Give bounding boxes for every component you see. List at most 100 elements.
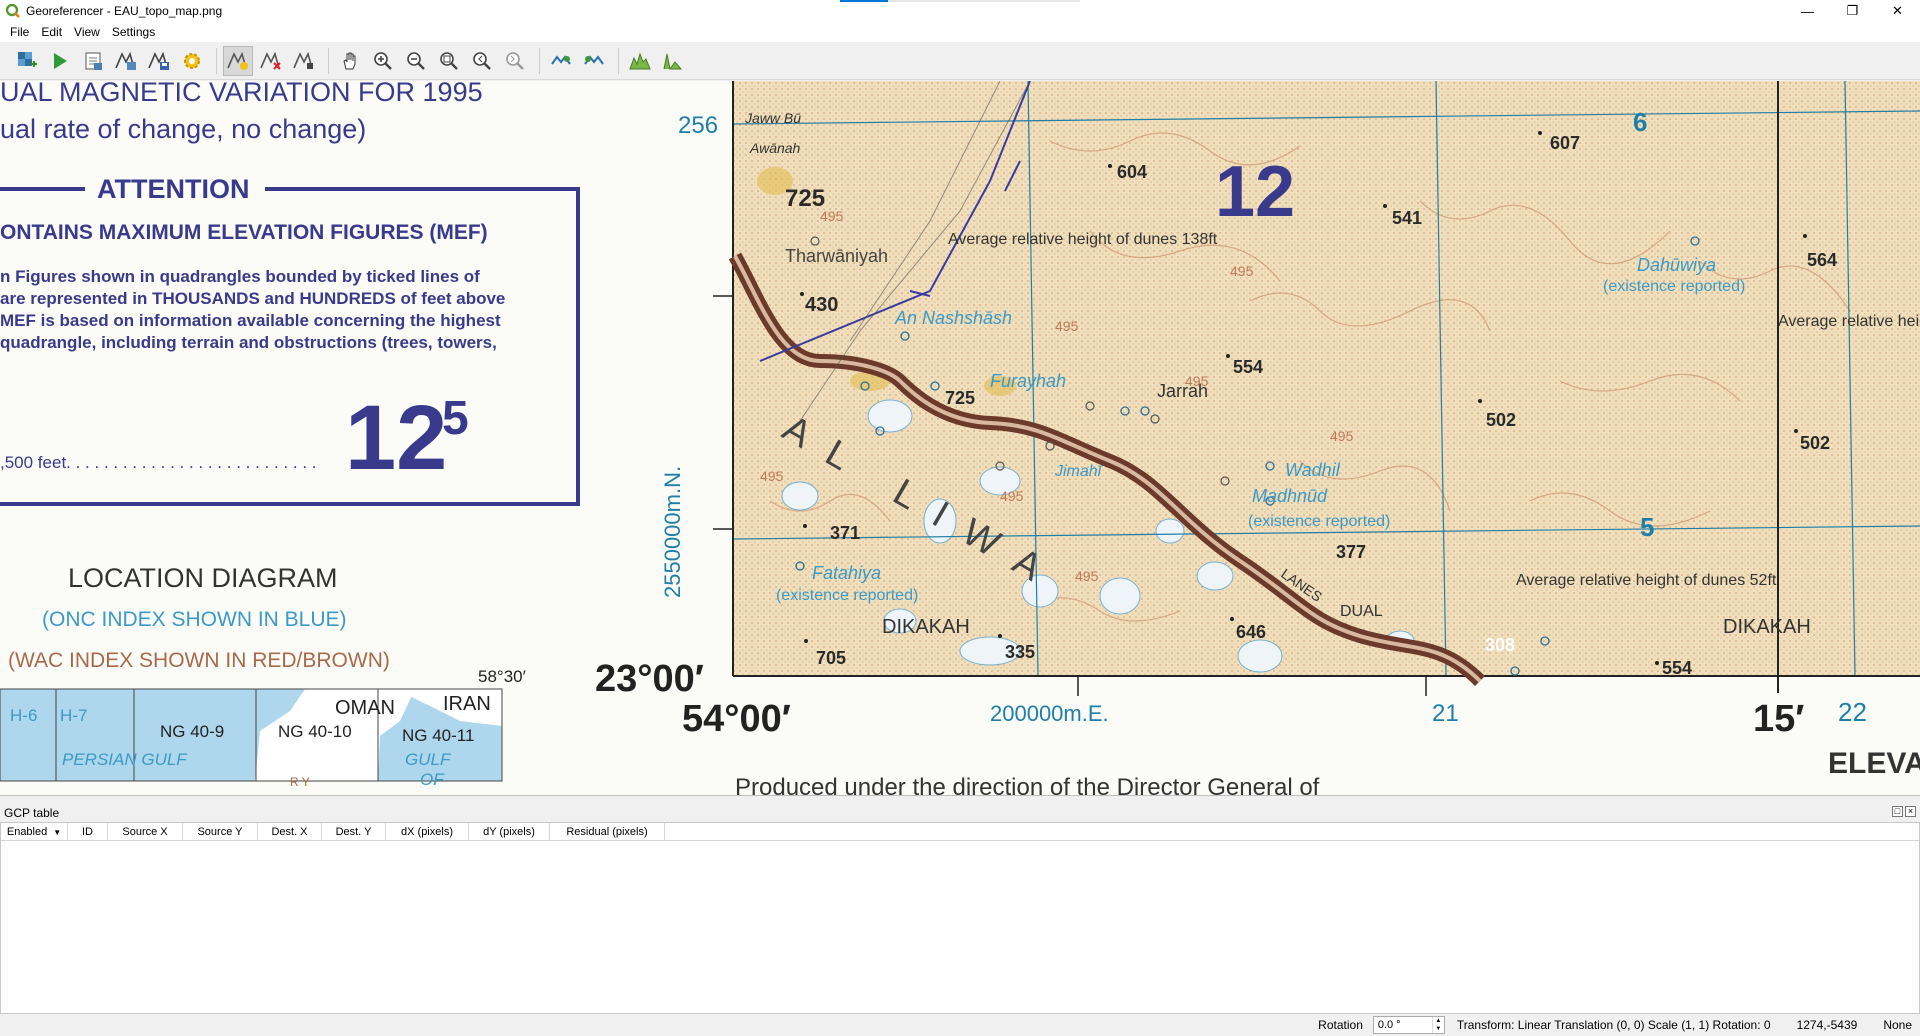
- save-gcp-points-button[interactable]: [144, 46, 174, 76]
- zoom-in-icon: [374, 51, 392, 70]
- column-dest-x[interactable]: Dest. X: [258, 823, 322, 841]
- window-title: Georeferencer - EAU_topo_map.png: [26, 4, 223, 18]
- start-georeferencing-button[interactable]: [45, 46, 75, 76]
- add-point-icon: [227, 51, 248, 70]
- status-bar: Rotation 0.0 ° ▲ ▼ Transform: Linear Tran…: [0, 1014, 1920, 1036]
- rotation-input[interactable]: 0.0 ° ▲ ▼: [1372, 1016, 1445, 1034]
- svg-text:PERSIAN GULF: PERSIAN GULF: [62, 750, 188, 769]
- zoom-last-icon: [473, 51, 491, 70]
- zoom-out-button[interactable]: [401, 46, 431, 76]
- delete-point-icon: [260, 51, 281, 70]
- northing-label: 2550000m.N.: [660, 466, 685, 598]
- svg-text:Average relative height of dun: Average relative height of dunes 52ft: [1516, 572, 1777, 589]
- svg-text:371: 371: [830, 523, 860, 543]
- elevation-legend-label: ELEVA: [1828, 747, 1920, 780]
- generate-gdal-script-button[interactable]: [78, 46, 108, 76]
- svg-text:(existence reported): (existence reported): [776, 587, 918, 604]
- attention-title: ATTENTION: [97, 174, 249, 204]
- gcp-table-dock-title: GCP table □ ×: [0, 804, 1920, 822]
- title-progress-indicator: [840, 0, 1080, 2]
- zoom-last-button[interactable]: [467, 46, 497, 76]
- title-bar: Georeferencer - EAU_topo_map.png — ❐ ✕: [0, 0, 1920, 22]
- gear-icon: [184, 52, 200, 69]
- pan-hand-icon: [343, 52, 356, 69]
- svg-text:DIKAKAH: DIKAKAH: [882, 616, 970, 638]
- magnetic-variation-subtitle: ual rate of change, no change): [0, 114, 366, 144]
- rotation-label: Rotation: [1318, 1018, 1363, 1032]
- minimize-icon[interactable]: —: [1785, 0, 1830, 22]
- zoom-in-button[interactable]: [368, 46, 398, 76]
- column-dy[interactable]: dY (pixels): [469, 823, 550, 841]
- svg-text:495: 495: [1330, 428, 1354, 444]
- magnetic-variation-title: UAL MAGNETIC VARIATION FOR 1995: [0, 81, 483, 107]
- float-dock-icon[interactable]: □: [1892, 806, 1903, 817]
- menu-settings[interactable]: Settings: [106, 25, 161, 39]
- svg-text:495: 495: [820, 208, 844, 224]
- move-gcp-point-button[interactable]: [289, 46, 319, 76]
- column-source-y[interactable]: Source Y: [183, 823, 258, 841]
- full-histogram-stretch-button[interactable]: [625, 46, 655, 76]
- column-dx[interactable]: dX (pixels): [386, 823, 469, 841]
- svg-text:607: 607: [1550, 133, 1580, 153]
- svg-text:495: 495: [1230, 263, 1254, 279]
- svg-text:705: 705: [816, 648, 846, 668]
- toolbar-separator: [328, 47, 329, 74]
- histogram-local-icon: [663, 53, 683, 69]
- open-raster-button[interactable]: [12, 46, 42, 76]
- close-icon[interactable]: ✕: [1875, 0, 1920, 22]
- column-id[interactable]: ID: [68, 823, 108, 841]
- svg-text:502: 502: [1800, 433, 1830, 453]
- zoom-next-button[interactable]: [500, 46, 530, 76]
- crs-indicator[interactable]: None: [1883, 1018, 1912, 1032]
- link-qgis-button[interactable]: [579, 46, 609, 76]
- open-raster-icon: [18, 51, 37, 67]
- svg-text:NG 40-11: NG 40-11: [402, 726, 474, 745]
- column-residual[interactable]: Residual (pixels): [550, 823, 665, 841]
- svg-text:Jimahī: Jimahī: [1054, 463, 1104, 480]
- load-gcp-points-button[interactable]: [111, 46, 141, 76]
- add-point-button[interactable]: [223, 45, 253, 76]
- svg-text:IRAN: IRAN: [443, 693, 491, 715]
- svg-text:495: 495: [1075, 568, 1099, 584]
- svg-text:H-6: H-6: [10, 706, 37, 725]
- rotation-spinner[interactable]: ▲ ▼: [1431, 1017, 1444, 1033]
- menu-file[interactable]: File: [4, 25, 35, 39]
- svg-text:604: 604: [1117, 162, 1147, 182]
- zoom-to-layer-button[interactable]: [434, 46, 464, 76]
- column-source-x[interactable]: Source X: [108, 823, 183, 841]
- svg-text:n Figures shown in quadrangles: n Figures shown in quadrangles bounded b…: [0, 267, 480, 286]
- easting-22-label: 22: [1838, 697, 1867, 727]
- delete-point-button[interactable]: [256, 46, 286, 76]
- close-dock-icon[interactable]: ×: [1905, 806, 1916, 817]
- raster-map[interactable]: 12 6 5 725 604 607 541 564 430 554 725 5…: [0, 81, 1920, 796]
- svg-text:646: 646: [1236, 622, 1266, 642]
- column-dest-y[interactable]: Dest. Y: [322, 823, 386, 841]
- latitude-label: 23°00′: [595, 658, 704, 700]
- script-icon: [85, 52, 102, 70]
- georeferencer-toolbar: [0, 42, 1920, 80]
- svg-text:are represented in THOUSANDS a: are represented in THOUSANDS and HUNDRED…: [0, 289, 505, 308]
- svg-text:502: 502: [1486, 410, 1516, 430]
- svg-text:495: 495: [1000, 488, 1024, 504]
- pan-button[interactable]: [335, 46, 365, 76]
- legend-panel: UAL MAGNETIC VARIATION FOR 1995 ual rate…: [0, 81, 580, 789]
- local-histogram-stretch-button[interactable]: [658, 46, 688, 76]
- longitude-label-left: 54°00′: [682, 698, 791, 740]
- svg-text:DUAL: DUAL: [1340, 603, 1383, 620]
- georeferencer-map-canvas[interactable]: 12 6 5 725 604 607 541 564 430 554 725 5…: [0, 81, 1920, 796]
- coordinate-readout: 1274,-5439: [1796, 1018, 1858, 1032]
- svg-text:OF: OF: [420, 770, 445, 789]
- gcp-table[interactable]: Enabled ▼ ID Source X Source Y Dest. X De…: [0, 822, 1920, 1014]
- wac-index-note: (WAC INDEX SHOWN IN RED/BROWN): [8, 649, 390, 672]
- column-enabled[interactable]: Enabled ▼: [1, 823, 68, 841]
- qgis-logo-icon: [6, 4, 20, 18]
- histogram-full-icon: [629, 51, 651, 69]
- restore-icon[interactable]: ❐: [1830, 0, 1875, 22]
- save-gcp-icon: [148, 51, 169, 70]
- svg-text:OMAN: OMAN: [335, 697, 395, 719]
- menu-edit[interactable]: Edit: [35, 25, 68, 39]
- link-georeferencer-button[interactable]: [546, 46, 576, 76]
- svg-text:308: 308: [1485, 635, 1515, 655]
- transformation-settings-button[interactable]: [177, 46, 207, 76]
- menu-view[interactable]: View: [68, 25, 106, 39]
